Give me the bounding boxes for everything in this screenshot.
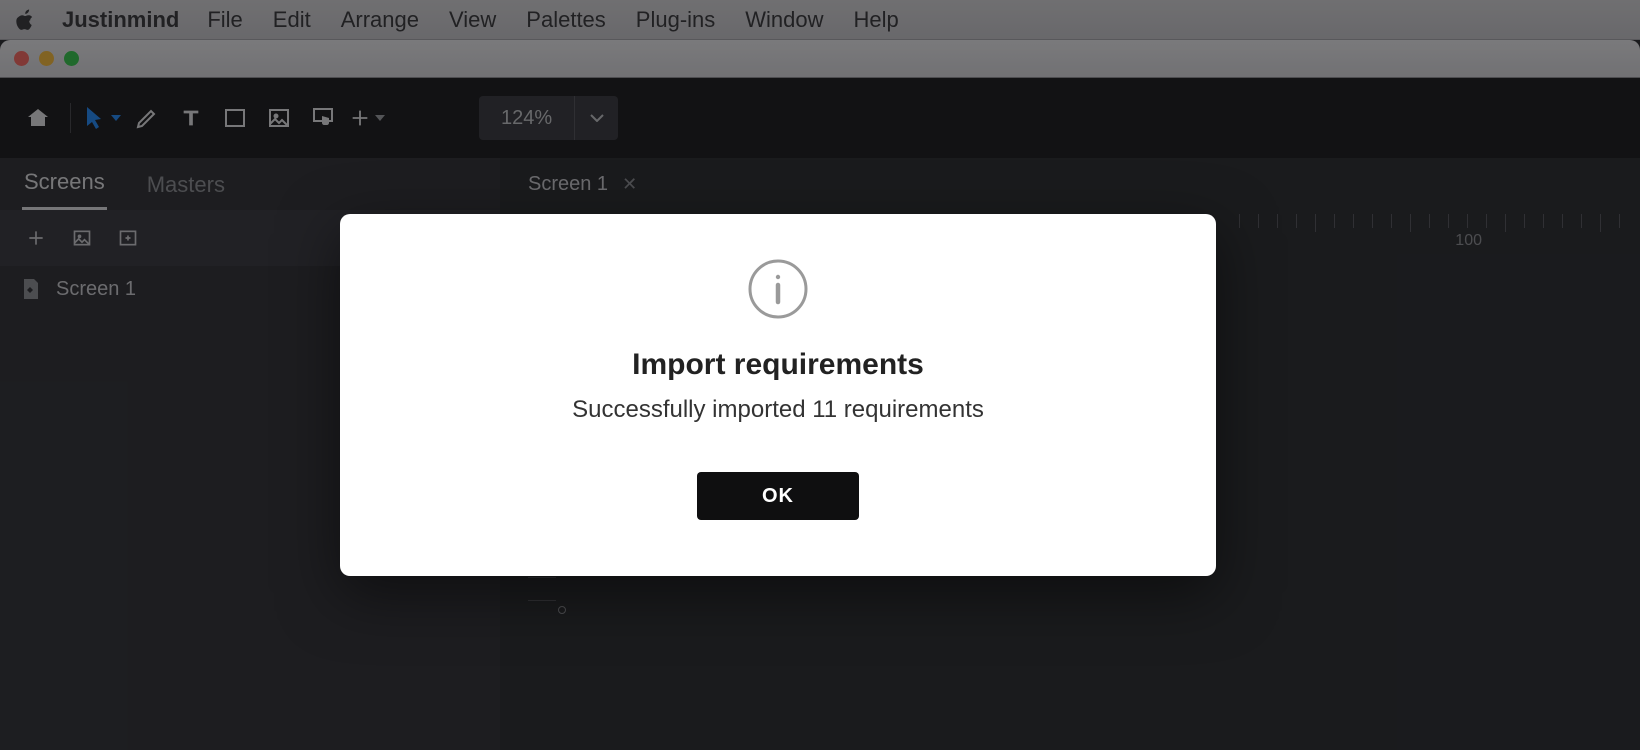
dialog-message: Successfully imported 11 requirements xyxy=(572,396,984,424)
ruler-label-100: 100 xyxy=(1455,232,1482,250)
zoom-value: 124% xyxy=(479,107,574,130)
apple-logo-icon xyxy=(12,9,40,31)
chevron-down-icon xyxy=(111,115,121,121)
select-tool[interactable] xyxy=(81,96,125,140)
app-toolbar: 124% xyxy=(0,78,1640,158)
document-tab-label: Screen 1 xyxy=(528,173,608,196)
toolbar-divider xyxy=(70,103,71,133)
add-tool[interactable] xyxy=(345,96,389,140)
menu-window[interactable]: Window xyxy=(745,7,823,33)
window-minimize-button[interactable] xyxy=(39,51,54,66)
add-image-screen-button[interactable] xyxy=(64,220,100,256)
info-icon xyxy=(747,258,809,320)
add-screen-button[interactable] xyxy=(18,220,54,256)
window-titlebar xyxy=(0,40,1640,78)
window-zoom-button[interactable] xyxy=(64,51,79,66)
menu-edit[interactable]: Edit xyxy=(273,7,311,33)
zoom-control[interactable]: 124% xyxy=(479,96,618,140)
screen-item-label: Screen 1 xyxy=(56,278,136,301)
menu-plugins[interactable]: Plug-ins xyxy=(636,7,715,33)
gesture-tool[interactable] xyxy=(301,96,345,140)
menubar-app-name[interactable]: Justinmind xyxy=(62,7,179,33)
document-tabs: Screen 1 ✕ xyxy=(500,158,1640,210)
close-tab-icon[interactable]: ✕ xyxy=(622,174,637,195)
chevron-down-icon xyxy=(375,115,385,121)
document-tab[interactable]: Screen 1 ✕ xyxy=(528,173,637,196)
macos-menubar: Justinmind File Edit Arrange View Palett… xyxy=(0,0,1640,40)
home-button[interactable] xyxy=(16,96,60,140)
dialog-title: Import requirements xyxy=(632,348,924,382)
menu-arrange[interactable]: Arrange xyxy=(341,7,419,33)
text-tool[interactable] xyxy=(169,96,213,140)
screen-file-icon xyxy=(20,278,42,300)
image-tool[interactable] xyxy=(257,96,301,140)
tab-screens[interactable]: Screens xyxy=(22,169,107,210)
add-folder-button[interactable] xyxy=(110,220,146,256)
menu-file[interactable]: File xyxy=(207,7,242,33)
tab-masters[interactable]: Masters xyxy=(145,172,227,210)
side-panel-tabs: Screens Masters xyxy=(0,158,500,210)
menu-help[interactable]: Help xyxy=(854,7,899,33)
zoom-dropdown[interactable] xyxy=(574,96,618,140)
menu-palettes[interactable]: Palettes xyxy=(526,7,606,33)
import-requirements-dialog: Import requirements Successfully importe… xyxy=(340,214,1216,576)
window-close-button[interactable] xyxy=(14,51,29,66)
menu-view[interactable]: View xyxy=(449,7,496,33)
rectangle-tool[interactable] xyxy=(213,96,257,140)
ok-button[interactable]: OK xyxy=(697,472,859,520)
ruler-origin-marker xyxy=(558,606,566,614)
pen-tool[interactable] xyxy=(125,96,169,140)
